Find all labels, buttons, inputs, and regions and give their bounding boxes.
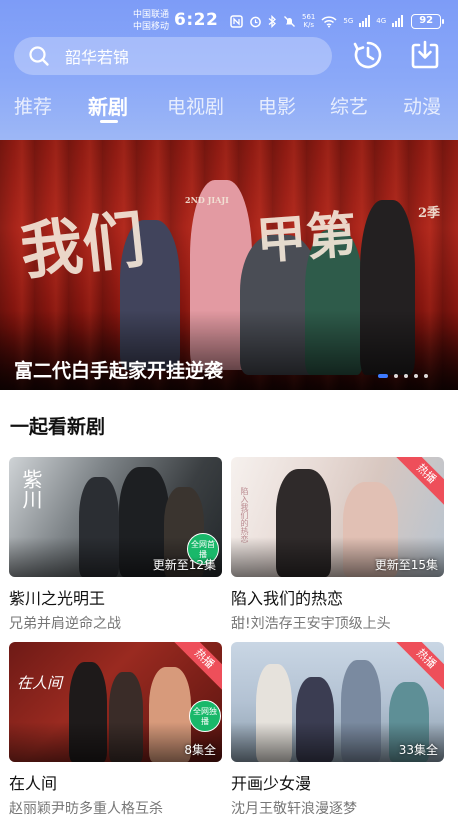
featured-banner[interactable]: 我们 甲第 2ND JIAJI 2季 富二代白手起家开挂逆袭 xyxy=(0,140,458,390)
section-title: 一起看新剧 xyxy=(10,416,106,438)
carrier-2: 中国移动 xyxy=(133,22,170,32)
mute-icon xyxy=(284,15,295,27)
episode-status: 33集全 xyxy=(398,743,438,757)
wifi-icon xyxy=(321,15,337,27)
carousel-dot xyxy=(404,374,408,378)
nfc-icon xyxy=(230,14,243,28)
thumb-poster-text: 紫川 xyxy=(19,469,43,509)
history-icon[interactable] xyxy=(352,39,384,71)
tab-recommend[interactable]: 推荐 xyxy=(14,92,52,119)
network-5g-label: 5G xyxy=(343,17,354,25)
tab-tv-series[interactable]: 电视剧 xyxy=(167,92,224,119)
status-bar: 中国联通 中国移动 6:22 561 K/s 5G 4G 92 xyxy=(0,6,458,36)
banner-caption: 富二代白手起家开挂逆袭 xyxy=(14,360,224,382)
signal-bars-2-icon xyxy=(392,15,404,27)
drama-subtitle: 兄弟并肩逆命之战 xyxy=(9,616,121,632)
drama-thumbnail[interactable]: 紫川 全网首播 更新至12集 xyxy=(9,457,222,577)
drama-thumbnail[interactable]: 在人间 全网独播 热播 8集全 xyxy=(9,642,222,762)
carousel-dot xyxy=(378,374,388,378)
speed-value: 561 xyxy=(302,13,316,21)
episode-status: 8集全 xyxy=(184,743,216,757)
network-4g-label: 4G xyxy=(376,17,387,25)
tab-movies[interactable]: 电影 xyxy=(258,92,296,119)
signal-bars-icon xyxy=(359,15,371,27)
banner-poster-season: 2季 xyxy=(418,206,441,221)
battery-icon: 92 xyxy=(411,13,445,29)
exclusive-badge: 全网独播 xyxy=(189,700,221,732)
tab-anime[interactable]: 动漫 xyxy=(403,92,441,119)
carousel-dot xyxy=(424,374,428,378)
status-clock: 6:22 xyxy=(174,10,219,30)
active-tab-indicator xyxy=(100,120,118,123)
category-tabs: 推荐 新剧 电视剧 电影 综艺 动漫 xyxy=(0,88,458,128)
drama-subtitle: 沈月王敬轩浪漫逐梦 xyxy=(231,801,357,817)
drama-card[interactable]: 紫川 全网首播 更新至12集 紫川之光明王 兄弟并肩逆命之战 xyxy=(9,457,222,633)
carrier-1: 中国联通 xyxy=(133,10,170,20)
drama-card[interactable]: 热播 33集全 开画少女漫 沈月王敬轩浪漫逐梦 xyxy=(231,642,444,818)
drama-thumbnail[interactable]: 热播 33集全 xyxy=(231,642,444,762)
banner-poster-title-2: 甲第 xyxy=(254,204,359,271)
banner-poster-subtitle: 2ND JIAJI xyxy=(185,195,229,205)
episode-status: 更新至15集 xyxy=(374,558,438,572)
episode-status: 更新至12集 xyxy=(152,558,216,572)
alarm-icon xyxy=(250,16,261,27)
drama-card[interactable]: 在人间 全网独播 热播 8集全 在人间 赵丽颖尹昉多重人格互杀 xyxy=(9,642,222,818)
search-bar[interactable]: 韶华若锦 xyxy=(14,37,332,75)
tab-new-drama[interactable]: 新剧 xyxy=(88,91,128,120)
drama-title: 开画少女漫 xyxy=(231,774,312,793)
status-icons: 561 K/s 5G 4G 92 xyxy=(230,12,445,30)
drama-subtitle: 赵丽颖尹昉多重人格互杀 xyxy=(9,801,163,817)
drama-title: 在人间 xyxy=(9,774,58,793)
top-header: 中国联通 中国移动 6:22 561 K/s 5G 4G 92 韶华若锦 推荐 … xyxy=(0,0,458,140)
drama-thumbnail[interactable]: 陷入我们的热恋 热播 更新至15集 xyxy=(231,457,444,577)
banner-poster-title: 我们 xyxy=(17,202,149,289)
search-query-text: 韶华若锦 xyxy=(65,48,130,67)
carousel-dot xyxy=(414,374,418,378)
network-speed: 561 K/s xyxy=(302,13,315,29)
hot-ribbon: 热播 xyxy=(391,457,444,509)
drama-title: 紫川之光明王 xyxy=(9,589,106,608)
bluetooth-icon xyxy=(268,14,276,28)
search-icon xyxy=(29,46,49,66)
drama-title: 陷入我们的热恋 xyxy=(231,589,344,608)
carousel-dot xyxy=(394,374,398,378)
drama-card[interactable]: 陷入我们的热恋 热播 更新至15集 陷入我们的热恋 甜!刘浩存王安宇顶级上头 xyxy=(231,457,444,633)
thumb-poster-text: 陷入我们的热恋 xyxy=(240,487,249,543)
tab-variety[interactable]: 综艺 xyxy=(330,92,368,119)
drama-subtitle: 甜!刘浩存王安宇顶级上头 xyxy=(231,616,391,632)
download-icon[interactable] xyxy=(409,39,441,71)
speed-unit: K/s xyxy=(303,21,314,29)
carrier-info: 中国联通 中国移动 xyxy=(133,9,169,33)
thumb-poster-text: 在人间 xyxy=(17,674,63,692)
carousel-indicator xyxy=(378,374,428,378)
